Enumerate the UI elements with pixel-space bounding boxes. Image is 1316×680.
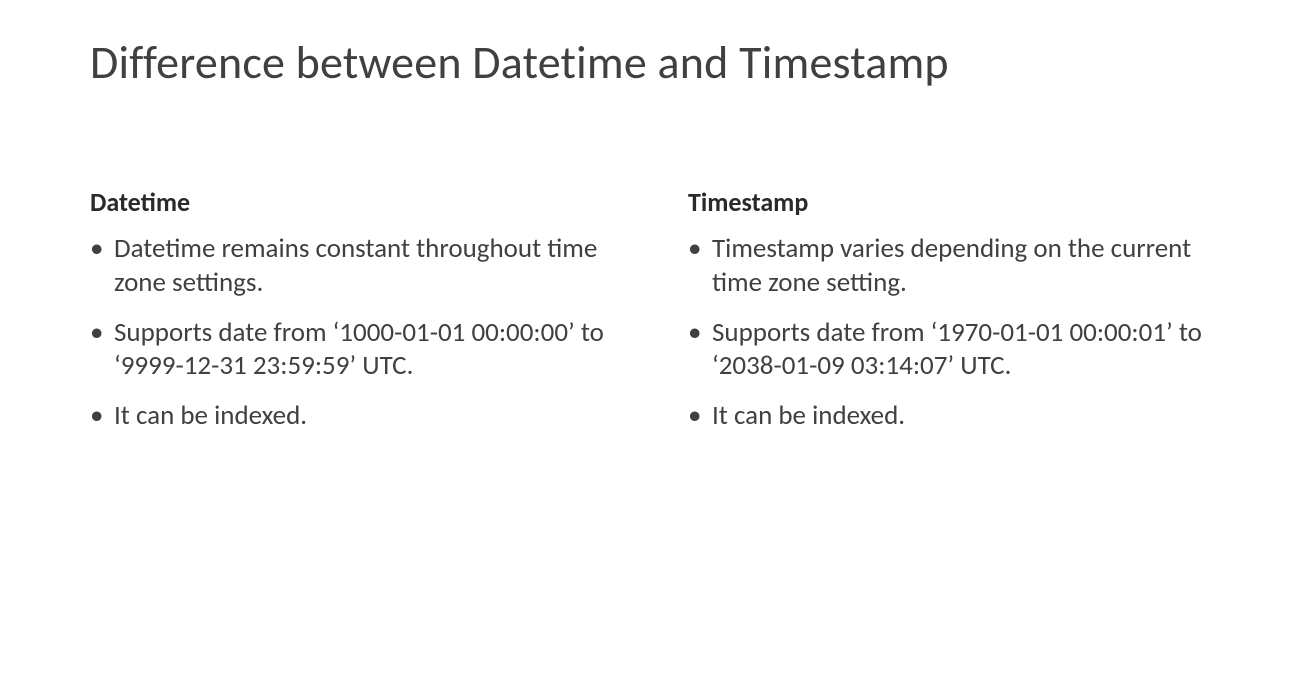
list-item: It can be indexed. — [90, 399, 628, 433]
list-item: It can be indexed. — [688, 399, 1226, 433]
left-heading: Datetime — [90, 186, 628, 218]
list-item: Timestamp varies depending on the curren… — [688, 232, 1226, 300]
list-item: Supports date from ‘1970-01-01 00:00:01’… — [688, 316, 1226, 384]
left-list: Datetime remains constant throughout tim… — [90, 232, 628, 433]
columns-container: Datetime Datetime remains constant throu… — [90, 186, 1226, 449]
list-item: Datetime remains constant throughout tim… — [90, 232, 628, 300]
list-item: Supports date from ‘1000-01-01 00:00:00’… — [90, 316, 628, 384]
slide-title: Difference between Datetime and Timestam… — [90, 35, 1226, 91]
left-column: Datetime Datetime remains constant throu… — [90, 186, 628, 449]
right-column: Timestamp Timestamp varies depending on … — [688, 186, 1226, 449]
right-list: Timestamp varies depending on the curren… — [688, 232, 1226, 433]
right-heading: Timestamp — [688, 186, 1226, 218]
